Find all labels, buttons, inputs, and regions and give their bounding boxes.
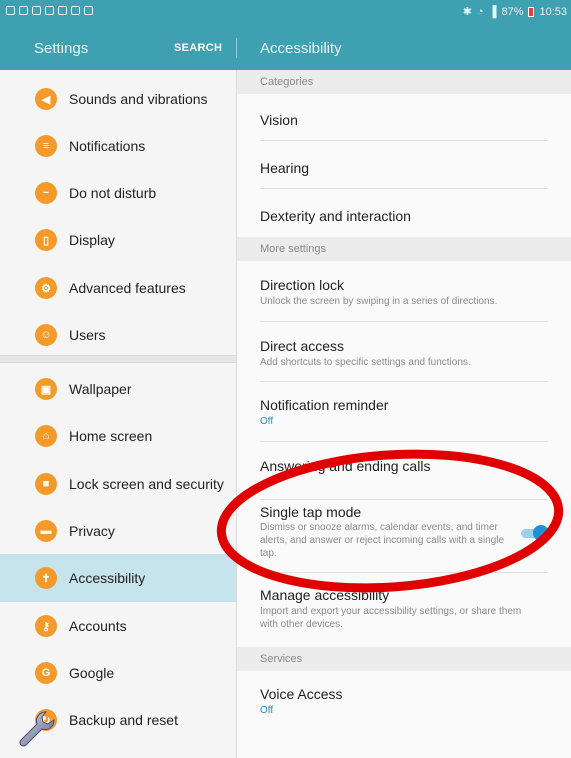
page-title: Accessibility (260, 40, 342, 57)
key-icon: ⚷ (35, 615, 57, 637)
sidebar-item-advanced-features[interactable]: ⚙ Advanced features (0, 264, 236, 312)
row-answering-ending-calls[interactable]: Answering and ending calls (260, 441, 548, 500)
status-system-icons: ✱ ◔ ▐ 87% 10:53 (462, 5, 567, 19)
bluetooth-icon: ✱ (462, 6, 472, 18)
sidebar-item-google[interactable]: G Google (0, 649, 236, 697)
battery-icon (528, 6, 535, 17)
row-vision[interactable]: Vision (260, 94, 548, 141)
row-direction-lock[interactable]: Direction lock Unlock the screen by swip… (260, 261, 548, 322)
search-button[interactable]: SEARCH (174, 42, 222, 54)
sidebar-item-home-screen[interactable]: ⌂ Home screen (0, 412, 236, 460)
sidebar-item-accessibility[interactable]: ✝ Accessibility (0, 554, 236, 602)
signal-icon: ▐ (488, 5, 497, 18)
google-icon: G (35, 662, 57, 684)
sidebar-item-do-not-disturb[interactable]: − Do not disturb (0, 169, 236, 217)
status-notification-icons (6, 6, 93, 15)
sidebar-item-label: Privacy (69, 523, 115, 539)
sidebar-item-label: Display (69, 232, 115, 248)
screenshot-icon (32, 6, 41, 15)
check-icon (19, 6, 28, 15)
app-bar: Settings SEARCH Accessibility (0, 26, 571, 70)
sidebar-item-label: Accessibility (69, 570, 146, 586)
users-icon: ☺ (35, 324, 57, 346)
sidebar-item-label: Notifications (69, 138, 146, 154)
sidebar-item-notifications[interactable]: ≡ Notifications (0, 122, 236, 170)
sidebar-item-privacy[interactable]: ▬ Privacy (0, 507, 236, 555)
lock-icon: ■ (35, 473, 57, 495)
toggle-knob (533, 525, 549, 541)
sidebar-item-lock-screen[interactable]: ■ Lock screen and security (0, 460, 236, 508)
header-divider (236, 38, 237, 58)
group-divider (0, 355, 236, 363)
sidebar-item-label: Lock screen and security (69, 476, 224, 492)
headphone-icon (71, 6, 80, 15)
notifications-icon: ≡ (35, 135, 57, 157)
row-notification-reminder[interactable]: Notification reminder Off (260, 381, 548, 442)
wrench-icon (19, 711, 55, 747)
sidebar-item-sounds[interactable]: ◀ Sounds and vibrations (0, 75, 236, 123)
sidebar-item-label: Sounds and vibrations (69, 91, 208, 107)
sidebar-item-label: Do not disturb (69, 185, 157, 201)
sidebar-item-accounts[interactable]: ⚷ Accounts (0, 602, 236, 650)
home-icon: ⌂ (35, 425, 57, 447)
minus-circle-icon: − (35, 182, 57, 204)
sidebar-item-label: Advanced features (69, 280, 186, 296)
headphone-icon (84, 6, 93, 15)
row-direct-access[interactable]: Direct access Add shortcuts to specific … (260, 321, 548, 382)
display-icon: ▯ (35, 229, 57, 251)
section-header-categories: Categories (237, 70, 571, 94)
sidebar-item-display[interactable]: ▯ Display (0, 216, 236, 264)
mail-icon (45, 6, 54, 15)
status-bar: ✱ ◔ ▐ 87% 10:53 (0, 0, 571, 26)
section-header-services: Services (237, 647, 571, 671)
sidebar-item-label: Wallpaper (69, 381, 132, 397)
sidebar-item-label: Google (69, 665, 115, 681)
sidebar-item-label: Accounts (69, 618, 127, 634)
battery-percent: 87% (501, 5, 524, 18)
single-tap-toggle[interactable] (519, 525, 549, 541)
sidebar-item-wallpaper[interactable]: ▣ Wallpaper (0, 365, 236, 413)
settings-title: Settings (34, 40, 89, 57)
sidebar-item-label: Users (69, 327, 106, 343)
row-voice-access[interactable]: Voice Access Off (260, 671, 548, 731)
advanced-features-icon: ⚙ (35, 277, 57, 299)
section-header-more-settings: More settings (237, 237, 571, 261)
row-manage-accessibility[interactable]: Manage accessibility Import and export y… (260, 572, 548, 639)
sidebar-item-label: Backup and reset (69, 712, 178, 728)
gallery-icon (58, 6, 67, 15)
row-single-tap-mode[interactable]: Single tap mode Dismiss or snooze alarms… (260, 499, 548, 573)
privacy-icon: ▬ (35, 520, 57, 542)
row-dexterity[interactable]: Dexterity and interaction (260, 188, 548, 237)
accessibility-panel: Categories Vision Hearing Dexterity and … (237, 70, 571, 758)
sidebar-item-users[interactable]: ☺ Users (0, 311, 236, 359)
accessibility-icon: ✝ (35, 567, 57, 589)
wifi-icon: ◔ (476, 5, 484, 18)
speaker-icon: ◀ (35, 88, 57, 110)
settings-sidebar: ◀ Sounds and vibrations ≡ Notifications … (0, 70, 237, 758)
wallpaper-icon: ▣ (35, 378, 57, 400)
clock: 10:53 (539, 5, 567, 18)
sidebar-item-label: Home screen (69, 428, 153, 444)
row-hearing[interactable]: Hearing (260, 140, 548, 189)
notification-icon (6, 6, 15, 15)
